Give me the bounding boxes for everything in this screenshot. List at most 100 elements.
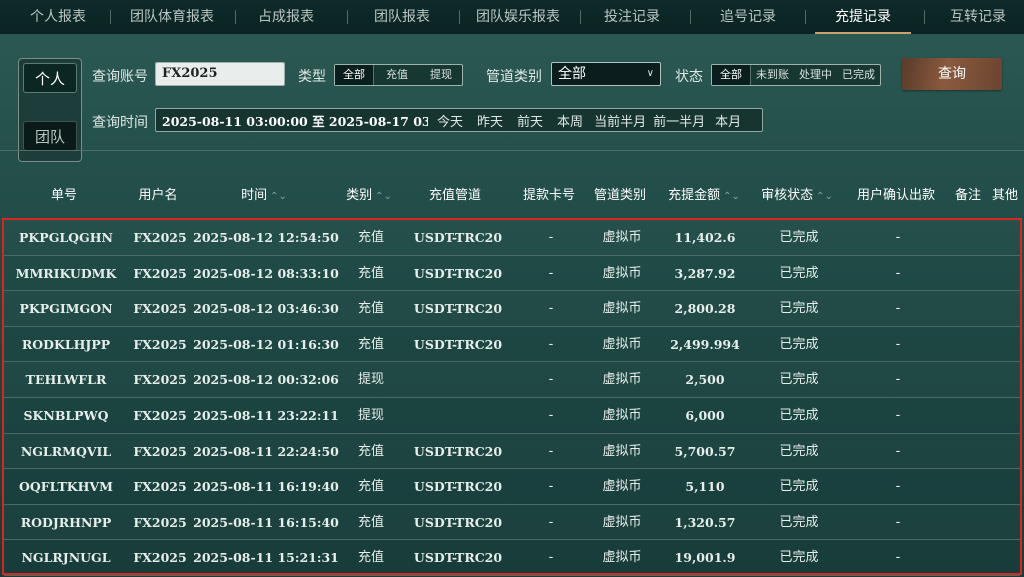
quick-range-current-half-month[interactable]: 当前半月 <box>594 111 646 130</box>
cell-time: 2025-08-11 16:19:40 <box>193 479 339 495</box>
tab-team-entertainment-report[interactable]: 团队娱乐报表 <box>476 0 560 34</box>
cell-type: 充值 <box>357 443 385 459</box>
cell-user-confirm: - <box>895 265 901 281</box>
status-option-all[interactable]: 全部 <box>712 65 751 85</box>
tab-chase-records[interactable]: 追号记录 <box>720 0 776 34</box>
tab-divider <box>690 10 691 24</box>
tab-bet-records[interactable]: 投注记录 <box>604 0 660 34</box>
personal-mode-button[interactable]: 个人 <box>23 63 77 93</box>
cell-time: 2025-08-12 03:46:30 <box>193 301 339 317</box>
tab-team-report[interactable]: 团队报表 <box>374 0 430 34</box>
cell-type: 充值 <box>357 265 385 281</box>
tab-team-sports-report[interactable]: 团队体育报表 <box>130 0 214 34</box>
cell-review-status: 已完成 <box>779 514 819 530</box>
status-option-completed[interactable]: 已完成 <box>837 65 880 85</box>
column-header-amount-label: 充提金额 <box>668 188 721 203</box>
status-option-processing[interactable]: 处理中 <box>794 65 837 85</box>
type-label: 类型 <box>298 69 326 85</box>
table-row: PKPGIMGON FX2025 2025-08-12 03:46:30 充值 USDT… <box>4 291 1020 327</box>
cell-review-status: 已完成 <box>779 230 819 245</box>
column-header-amount[interactable]: 充提金额 ⌃⌄ <box>668 184 740 203</box>
column-header-withdraw-card: 提款卡号 <box>522 188 576 203</box>
team-mode-button[interactable]: 团队 <box>23 121 77 151</box>
channel-category-select[interactable]: 全部 ∨ <box>551 62 661 86</box>
filter-panel: 个人 团队 查询账号 FX2025 类型 全部 充值 提现 管道类别 全部 ∨ … <box>0 34 1024 162</box>
tab-divider <box>805 10 806 24</box>
cell-amount: 2,800.28 <box>674 301 736 317</box>
cell-username: FX2025 <box>133 301 187 317</box>
cell-withdraw-card: - <box>548 265 554 281</box>
quick-range-yesterday[interactable]: 昨天 <box>477 111 503 130</box>
table-row: TEHLWFLR FX2025 2025-08-12 00:32:06 提现 - 虚拟币 2… <box>4 362 1020 398</box>
cell-deposit-channel: USDT-TRC20 <box>413 443 503 459</box>
type-option-withdraw[interactable]: 提现 <box>420 65 462 85</box>
column-header-deposit-channel: 充值管道 <box>428 188 482 203</box>
tab-share-report[interactable]: 占成报表 <box>258 0 314 34</box>
type-option-deposit[interactable]: 充值 <box>374 65 420 85</box>
cell-review-status: 已完成 <box>779 479 819 495</box>
cell-username: FX2025 <box>133 443 187 459</box>
cell-withdraw-card: - <box>548 550 554 566</box>
cell-review-status: 已完成 <box>779 301 819 317</box>
sort-icon[interactable]: ⌃⌄ <box>816 191 833 202</box>
column-header-username: 用户名 <box>138 188 178 203</box>
cell-channel-category: 虚拟币 <box>602 514 642 530</box>
query-button[interactable]: 查询 <box>902 58 1002 90</box>
mode-switch: 个人 团队 <box>18 58 82 162</box>
cell-amount: 5,700.57 <box>674 443 736 459</box>
cell-order-no: PKPGIMGON <box>19 301 113 317</box>
cell-withdraw-card: - <box>548 230 554 245</box>
account-input[interactable]: FX2025 <box>155 62 285 86</box>
date-range-picker[interactable]: 2025-08-11 03:00:00 至 2025-08-17 03:00: … <box>155 108 763 132</box>
cell-user-confirm: - <box>895 479 901 495</box>
sort-icon[interactable]: ⌃⌄ <box>375 191 392 202</box>
column-header-time-label: 时间 <box>241 188 268 203</box>
cell-user-confirm: - <box>895 301 901 317</box>
cell-amount: 3,287.92 <box>674 265 736 281</box>
cell-order-no: NGLRMQVIL <box>20 443 112 459</box>
cell-review-status: 已完成 <box>779 265 819 281</box>
cell-username: FX2025 <box>133 408 187 423</box>
cell-channel-category: 虚拟币 <box>602 372 642 388</box>
cell-order-no: OQFLTKHVM <box>19 479 113 495</box>
column-header-time[interactable]: 时间 ⌃⌄ <box>241 184 287 203</box>
column-header-type[interactable]: 类别 ⌃⌄ <box>346 184 392 203</box>
sort-icon[interactable]: ⌃⌄ <box>270 191 287 202</box>
status-option-not-arrived[interactable]: 未到账 <box>751 65 794 85</box>
type-option-all[interactable]: 全部 <box>335 65 374 85</box>
cell-channel-category: 虚拟币 <box>602 265 642 281</box>
cell-time: 2025-08-11 23:22:11 <box>193 408 339 423</box>
tab-personal-report[interactable]: 个人报表 <box>30 0 86 34</box>
cell-review-status: 已完成 <box>779 372 819 388</box>
cell-review-status: 已完成 <box>779 336 819 352</box>
quick-range-today[interactable]: 今天 <box>437 111 463 130</box>
cell-user-confirm: - <box>895 230 901 245</box>
quick-range-previous-half-month[interactable]: 前一半月 <box>653 111 705 130</box>
cell-deposit-channel: USDT-TRC20 <box>413 479 503 495</box>
date-range-value[interactable]: 2025-08-11 03:00:00 至 2025-08-17 03:00: <box>156 111 428 130</box>
quick-range-this-week[interactable]: 本周 <box>557 111 583 130</box>
cell-type: 充值 <box>357 230 385 245</box>
cell-username: FX2025 <box>133 550 187 566</box>
cell-amount: 2,500 <box>685 372 725 388</box>
column-header-review-status[interactable]: 审核状态 ⌃⌄ <box>761 184 833 203</box>
table-row: NGLRMQVIL FX2025 2025-08-11 22:24:50 充值 USDT… <box>4 434 1020 470</box>
column-header-other: 其他 <box>991 188 1019 203</box>
quick-range-day-before[interactable]: 前天 <box>517 111 543 130</box>
cell-user-confirm: - <box>895 550 901 566</box>
sort-icon[interactable]: ⌃⌄ <box>723 191 740 202</box>
column-header-remark: 备注 <box>954 188 982 203</box>
cell-order-no: RODJRHNPP <box>20 514 112 530</box>
cell-channel-category: 虚拟币 <box>602 336 642 352</box>
cell-channel-category: 虚拟币 <box>602 230 642 245</box>
cell-review-status: 已完成 <box>779 443 819 459</box>
tab-transfer-records[interactable]: 互转记录 <box>950 0 1006 34</box>
cell-type: 提现 <box>357 372 385 388</box>
cell-username: FX2025 <box>133 230 187 245</box>
tab-deposit-withdraw-records[interactable]: 充提记录 <box>815 0 911 34</box>
type-segmented-control: 全部 充值 提现 <box>334 64 463 86</box>
cell-deposit-channel: USDT-TRC20 <box>413 336 503 352</box>
quick-range-this-month[interactable]: 本月 <box>715 111 741 130</box>
cell-amount: 19,001.9 <box>674 550 736 566</box>
cell-user-confirm: - <box>895 408 901 423</box>
